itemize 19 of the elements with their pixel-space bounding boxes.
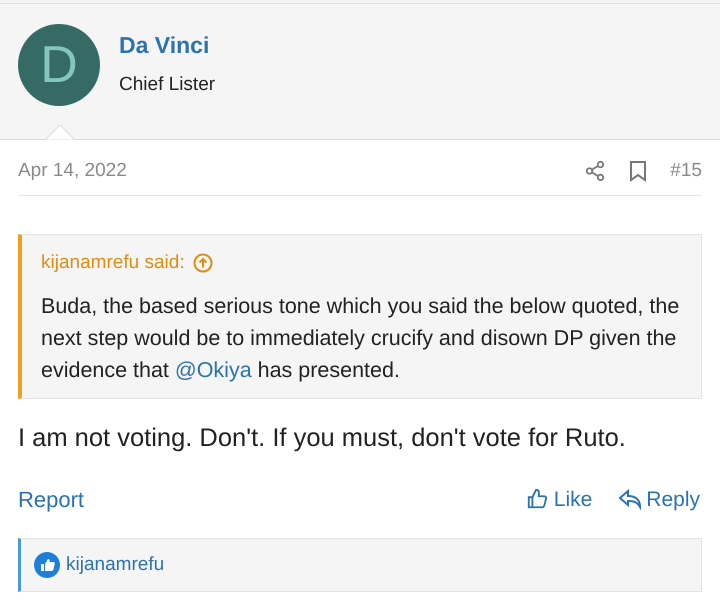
reaction-user[interactable]: kijanamrefu: [66, 550, 164, 579]
like-button[interactable]: Like: [526, 484, 592, 515]
post-date[interactable]: Apr 14, 2022: [18, 156, 127, 185]
share-icon[interactable]: [584, 160, 606, 182]
bookmark-icon[interactable]: [628, 160, 648, 182]
quote-text: Buda, the based serious tone which you said the below quoted, the next step would be to immediately crucify and disown DP given the evidence that @Okiya has presented.: [41, 292, 680, 384]
message-text: I am not voting. Don't. If you must, don't vote for Ruto.: [18, 422, 627, 454]
thumbs-up-icon: [526, 488, 548, 510]
reply-button[interactable]: Reply: [618, 484, 700, 515]
quote-attribution[interactable]: kijanamrefu said:: [41, 249, 185, 278]
like-reaction-icon: [34, 552, 60, 578]
user-mention[interactable]: @Okiya: [174, 358, 252, 382]
post-number[interactable]: #15: [670, 156, 702, 185]
reply-icon: [618, 488, 642, 510]
arrow-up-icon[interactable]: [192, 253, 213, 274]
user-name[interactable]: Da Vinci: [119, 28, 216, 62]
avatar[interactable]: D: [18, 24, 100, 106]
report-link[interactable]: Report: [18, 482, 84, 516]
user-title: Chief Lister: [119, 72, 216, 96]
